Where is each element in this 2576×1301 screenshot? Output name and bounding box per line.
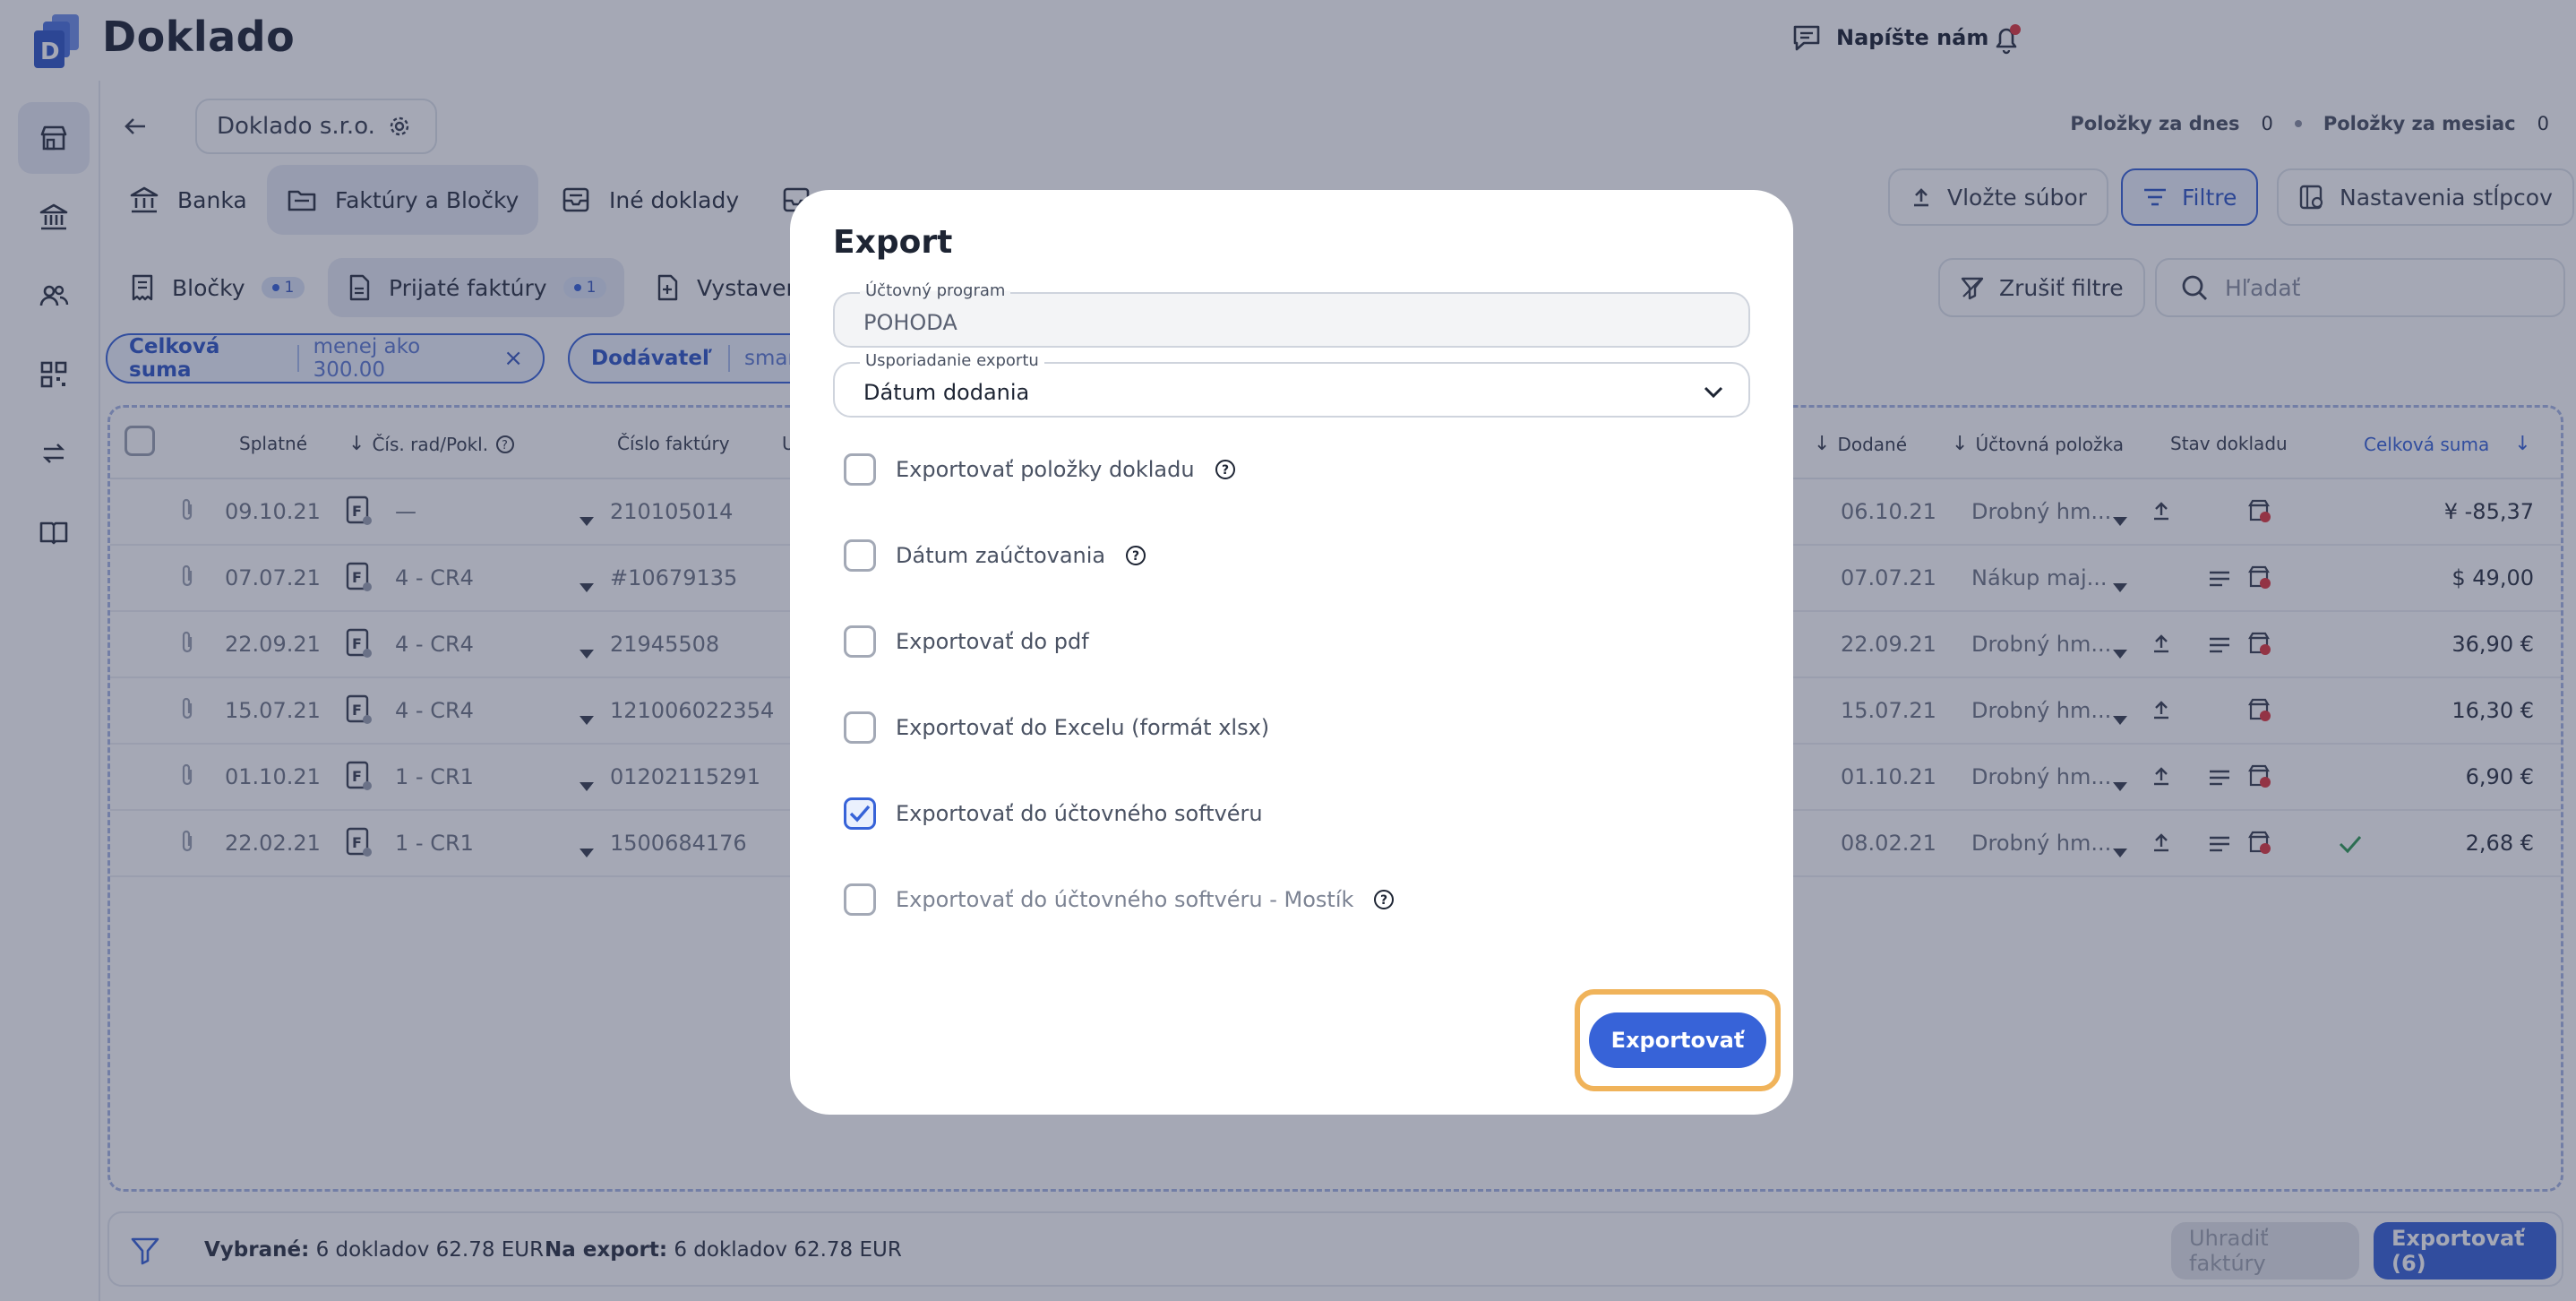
accounting-program-value: POHODA (863, 310, 957, 335)
export-option[interactable]: Exportovať do účtovného softvéru - Mostí… (844, 883, 1395, 916)
export-option-label: Exportovať do pdf (896, 629, 1089, 654)
export-option-label: Exportovať do účtovného softvéru (896, 801, 1263, 826)
export-order-select[interactable]: Usporiadanie exportu Dátum dodania (833, 351, 1750, 418)
checkbox[interactable] (844, 625, 876, 658)
help-icon[interactable]: ? (1373, 889, 1395, 910)
svg-text:?: ? (1222, 463, 1229, 478)
help-icon[interactable]: ? (1215, 459, 1236, 480)
svg-text:?: ? (1380, 893, 1387, 908)
export-option-label: Dátum zaúčtovania (896, 543, 1106, 568)
accounting-program-label: Účtovný program (860, 281, 1011, 300)
export-option-label: Exportovať do účtovného softvéru - Mostí… (896, 887, 1354, 912)
checkbox[interactable] (844, 539, 876, 572)
export-option[interactable]: Exportovať položky dokladu? (844, 453, 1236, 486)
export-option[interactable]: Exportovať do účtovného softvéru (844, 797, 1263, 830)
checkbox[interactable] (844, 453, 876, 486)
checkbox-checked[interactable] (844, 797, 876, 830)
chevron-down-icon[interactable] (1700, 378, 1727, 405)
dialog-title: Export (833, 224, 953, 261)
export-order-label: Usporiadanie exportu (860, 351, 1044, 370)
export-option-label: Exportovať položky dokladu (896, 457, 1195, 482)
export-order-value: Dátum dodania (863, 380, 1030, 405)
export-dialog: Export Účtovný program POHODA Usporiadan… (790, 190, 1793, 1115)
export-option[interactable]: Exportovať do Excelu (formát xlsx) (844, 711, 1269, 744)
help-icon[interactable]: ? (1125, 545, 1146, 566)
export-option-label: Exportovať do Excelu (formát xlsx) (896, 715, 1270, 740)
app-root: D Doklado Napíšte nám Doklado s.r.o. Pol… (0, 0, 2576, 1301)
svg-text:?: ? (1132, 549, 1139, 564)
checkbox[interactable] (844, 711, 876, 744)
checkbox[interactable] (844, 883, 876, 916)
highlight-ring: Exportovať (1575, 989, 1781, 1091)
export-option[interactable]: Dátum zaúčtovania? (844, 539, 1146, 572)
export-submit-button[interactable]: Exportovať (1589, 1012, 1766, 1068)
export-option[interactable]: Exportovať do pdf (844, 625, 1089, 658)
accounting-program-field: Účtovný program POHODA (833, 281, 1750, 348)
